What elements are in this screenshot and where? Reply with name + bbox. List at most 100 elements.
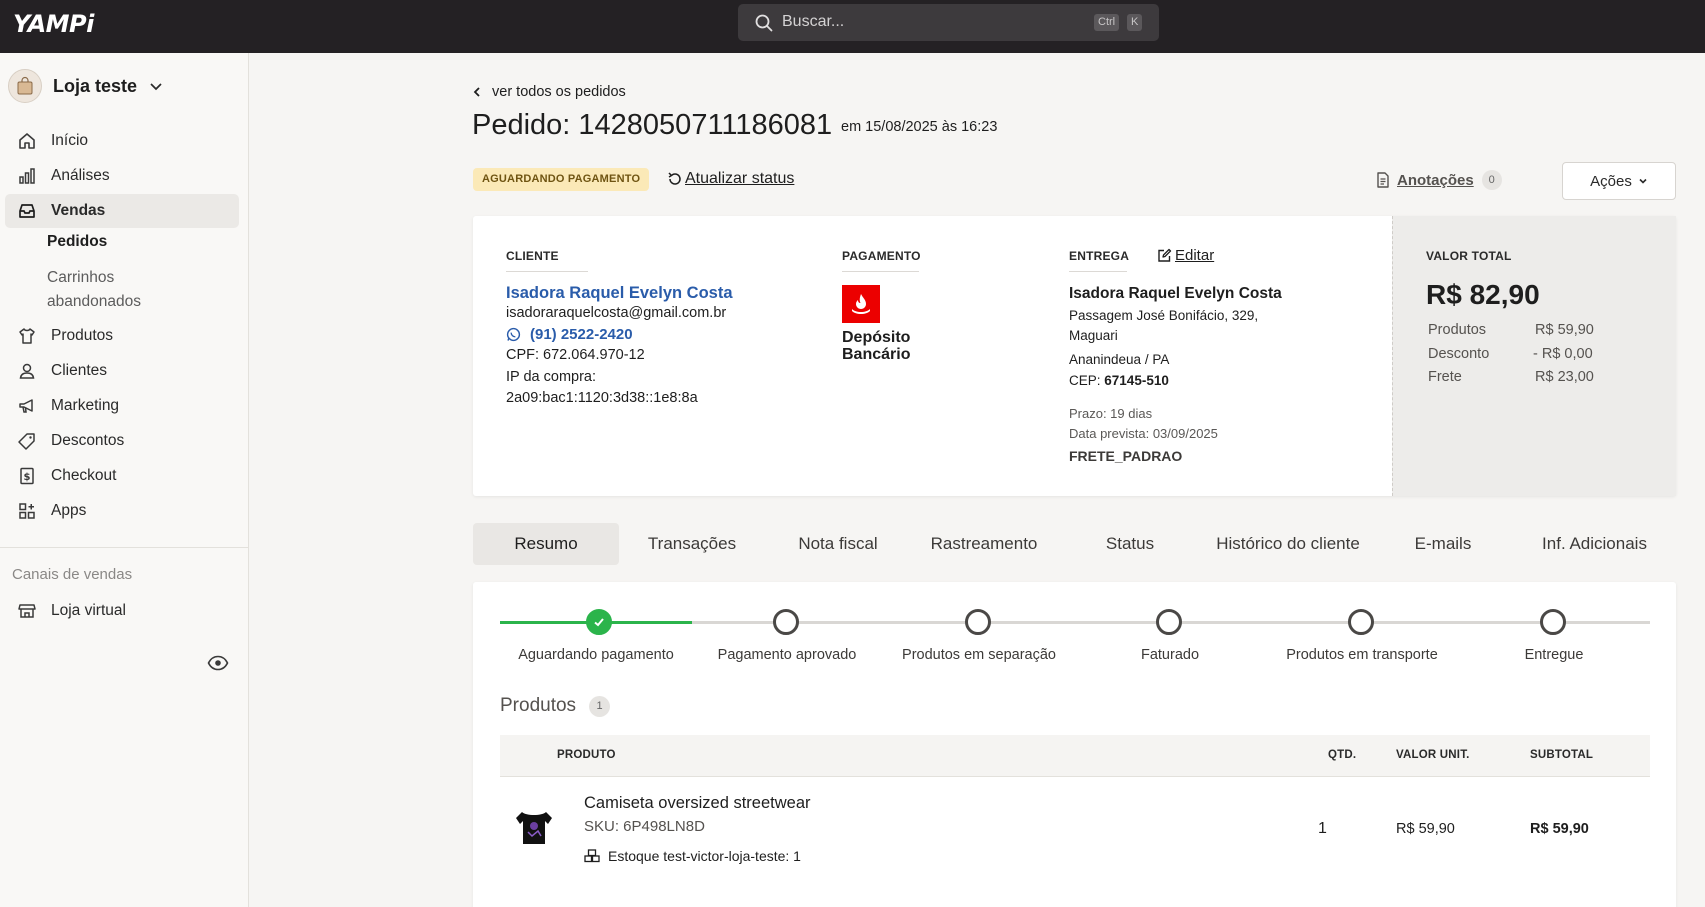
client-name-link[interactable]: Isadora Raquel Evelyn Costa bbox=[506, 284, 733, 303]
edit-delivery-link[interactable]: Editar bbox=[1157, 247, 1214, 264]
table-row: Camiseta oversized streetwear SKU: 6P498… bbox=[500, 778, 1650, 888]
megaphone-icon bbox=[19, 399, 33, 413]
sidebar-item-label: Início bbox=[51, 132, 89, 149]
product-thumbnail[interactable] bbox=[512, 806, 556, 850]
client-section-label: CLIENTE bbox=[506, 249, 588, 272]
total-row-value: R$ 59,90 bbox=[1535, 322, 1594, 338]
client-phone: (91) 2522-2420 bbox=[530, 326, 633, 343]
edit-icon bbox=[1158, 248, 1172, 262]
tab-rastreamento[interactable]: Rastreamento bbox=[911, 523, 1057, 565]
product-subtotal: R$ 59,90 bbox=[1530, 821, 1589, 837]
shortcut-k-badge: K bbox=[1127, 14, 1143, 31]
sidebar: Loja teste Início Análises Vendas Pedido… bbox=[0, 53, 249, 907]
sidebar-subitem-label: abandonados bbox=[47, 293, 141, 310]
sidebar-item-loja-virtual[interactable]: Loja virtual bbox=[5, 594, 239, 628]
column-header-unit-price: VALOR UNIT. bbox=[1396, 749, 1470, 761]
sidebar-item-vendas[interactable]: Vendas bbox=[5, 194, 239, 228]
edit-delivery-label: Editar bbox=[1175, 247, 1215, 264]
tab-resumo[interactable]: Resumo bbox=[473, 523, 619, 565]
product-qty: 1 bbox=[1318, 820, 1327, 837]
channels-header: Canais de vendas bbox=[12, 566, 133, 583]
notes-link[interactable]: Anotações 0 bbox=[1376, 170, 1502, 190]
total-row-label: Desconto bbox=[1428, 346, 1490, 362]
product-unit-price: R$ 59,90 bbox=[1396, 821, 1455, 837]
tab-historico-cliente[interactable]: Histórico do cliente bbox=[1203, 523, 1373, 565]
client-cpf: CPF: 672.064.970-12 bbox=[506, 347, 645, 363]
client-email: isadoraraquelcosta@gmail.com.br bbox=[506, 305, 727, 321]
sidebar-item-analises[interactable]: Análises bbox=[5, 159, 239, 193]
back-to-orders-link[interactable]: ver todos os pedidos bbox=[472, 84, 626, 100]
store-avatar bbox=[8, 69, 42, 103]
step-marker-5 bbox=[1348, 609, 1374, 635]
column-header-qty: QTD. bbox=[1328, 749, 1357, 761]
yampi-logo[interactable]: YAMPi bbox=[13, 10, 94, 38]
receipt-icon: $ bbox=[20, 467, 34, 485]
chevron-down-icon bbox=[1639, 178, 1647, 184]
delivery-expected-date: Data prevista: 03/09/2025 bbox=[1069, 426, 1218, 441]
step-label: Entregue bbox=[1524, 647, 1584, 663]
delivery-cep: CEP: 67145-510 bbox=[1069, 373, 1169, 388]
product-sku: SKU: 6P498LN8D bbox=[584, 818, 705, 835]
delivery-city: Ananindeua / PA bbox=[1069, 352, 1170, 367]
sidebar-item-label: Marketing bbox=[51, 397, 120, 414]
page-title: Pedido: 1428050711186081 bbox=[472, 109, 833, 141]
actions-dropdown-button[interactable]: Ações bbox=[1562, 162, 1676, 200]
step-marker-1 bbox=[586, 609, 612, 635]
tag-icon bbox=[18, 433, 35, 450]
tab-transacoes[interactable]: Transações bbox=[619, 523, 765, 565]
update-status-label: Atualizar status bbox=[685, 170, 795, 187]
sidebar-item-clientes[interactable]: Clientes bbox=[5, 354, 239, 388]
step-marker-3 bbox=[965, 609, 991, 635]
sidebar-item-label: Clientes bbox=[51, 362, 107, 379]
total-row-produtos: Produtos R$ 59,90 bbox=[1428, 322, 1658, 338]
search-placeholder: Buscar... bbox=[782, 13, 845, 30]
total-row-label: Produtos bbox=[1428, 322, 1487, 338]
sidebar-subitem-pedidos[interactable]: Pedidos bbox=[47, 230, 107, 254]
products-section-title: Produtos 1 bbox=[500, 695, 611, 717]
total-row-label: Frete bbox=[1428, 369, 1462, 385]
total-row-value: - R$ 0,00 bbox=[1533, 346, 1593, 362]
eye-icon[interactable] bbox=[207, 655, 229, 671]
sidebar-item-label: Análises bbox=[51, 167, 110, 184]
step-label: Faturado bbox=[1140, 647, 1200, 663]
column-header-product: PRODUTO bbox=[557, 749, 616, 761]
shipping-code: FRETE_PADRAO bbox=[1069, 448, 1183, 464]
update-status-link[interactable]: Atualizar status bbox=[667, 170, 794, 188]
notes-count-badge: 0 bbox=[1481, 170, 1502, 190]
tab-status[interactable]: Status bbox=[1057, 523, 1203, 565]
sidebar-item-marketing[interactable]: Marketing bbox=[5, 389, 239, 423]
total-panel: VALOR TOTAL R$ 82,90 Produtos R$ 59,90 D… bbox=[1392, 216, 1676, 496]
sidebar-divider bbox=[0, 547, 248, 548]
sidebar-item-checkout[interactable]: $ Checkout bbox=[5, 459, 239, 493]
sidebar-item-produtos[interactable]: Produtos bbox=[5, 319, 239, 353]
shortcut-ctrl-badge: Ctrl bbox=[1094, 14, 1120, 31]
step-label: Aguardando pagamento bbox=[518, 647, 674, 663]
chevron-down-icon bbox=[150, 83, 162, 91]
tab-inf-adicionais[interactable]: Inf. Adicionais bbox=[1513, 523, 1676, 565]
product-name-link[interactable]: Camiseta oversized streetwear bbox=[584, 794, 811, 813]
whatsapp-icon bbox=[506, 327, 521, 342]
order-date: em 15/08/2025 às 16:23 bbox=[841, 119, 998, 135]
document-icon bbox=[1377, 172, 1389, 188]
product-stock: Estoque test-victor-loja-teste: 1 bbox=[584, 848, 801, 864]
search-bar[interactable]: Buscar... Ctrl K bbox=[738, 4, 1159, 41]
status-badge: AGUARDANDO PAGAMENTO bbox=[473, 168, 650, 191]
total-row-desconto: Desconto - R$ 0,00 bbox=[1428, 346, 1658, 362]
store-selector[interactable]: Loja teste bbox=[8, 68, 163, 104]
flame-icon bbox=[852, 294, 870, 314]
sidebar-item-descontos[interactable]: Descontos bbox=[5, 424, 239, 458]
delivery-cep-value: 67145-510 bbox=[1104, 373, 1169, 388]
home-icon bbox=[19, 133, 35, 149]
sidebar-item-apps[interactable]: Apps bbox=[5, 494, 239, 528]
sidebar-subitem-carrinhos[interactable]: Carrinhos abandonados bbox=[47, 266, 141, 314]
payment-section-label: PAGAMENTO bbox=[842, 249, 921, 272]
order-info-card: CLIENTE Isadora Raquel Evelyn Costa isad… bbox=[473, 216, 1676, 496]
client-ip: 2a09:bac1:1120:3d38::1e8:8a bbox=[506, 390, 698, 406]
sidebar-item-inicio[interactable]: Início bbox=[5, 124, 239, 158]
tab-emails[interactable]: E-mails bbox=[1373, 523, 1513, 565]
tab-nota-fiscal[interactable]: Nota fiscal bbox=[765, 523, 911, 565]
client-phone-link[interactable]: (91) 2522-2420 bbox=[506, 326, 633, 343]
total-row-value: R$ 23,00 bbox=[1535, 369, 1594, 385]
delivery-cep-label: CEP: bbox=[1069, 373, 1101, 388]
sidebar-item-label: Apps bbox=[51, 502, 87, 519]
